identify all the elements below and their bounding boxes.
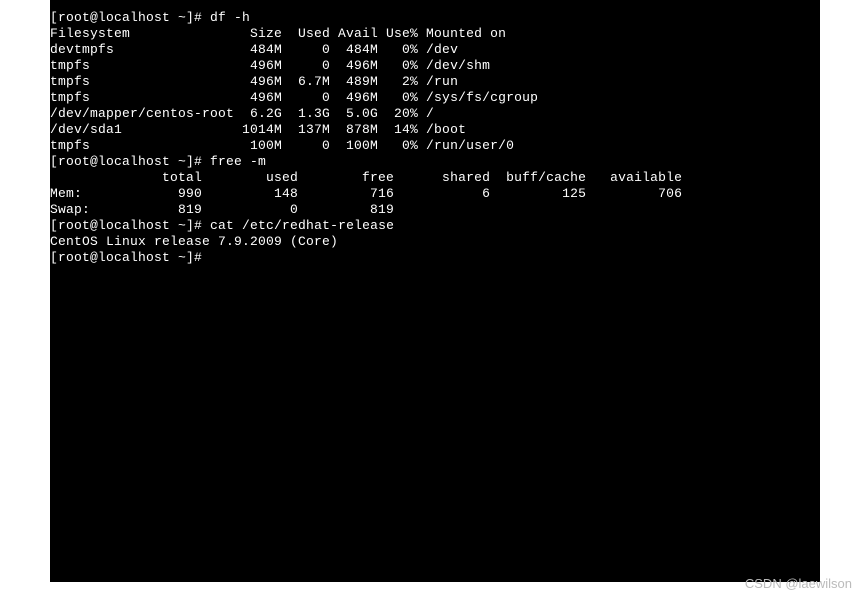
- prompt: [root@localhost ~]#: [50, 218, 202, 233]
- free-row: Mem: 990 148 716 6 125 706: [50, 186, 682, 201]
- command-free: free -m: [210, 154, 266, 169]
- free-header: total used free shared buff/cache availa…: [50, 170, 682, 185]
- free-row: Swap: 819 0 819: [50, 202, 394, 217]
- command-cat: cat /etc/redhat-release: [210, 218, 394, 233]
- prompt: [root@localhost ~]#: [50, 10, 202, 25]
- command-df: df -h: [210, 10, 250, 25]
- terminal-window[interactable]: [root@localhost ~]# df -h Filesystem Siz…: [50, 0, 820, 582]
- df-row: tmpfs 100M 0 100M 0% /run/user/0: [50, 138, 514, 153]
- df-row: tmpfs 496M 0 496M 0% /dev/shm: [50, 58, 490, 73]
- df-row: tmpfs 496M 6.7M 489M 2% /run: [50, 74, 458, 89]
- prompt: [root@localhost ~]#: [50, 154, 202, 169]
- release-output: CentOS Linux release 7.9.2009 (Core): [50, 234, 338, 249]
- df-row: /dev/sda1 1014M 137M 878M 14% /boot: [50, 122, 466, 137]
- df-row: /dev/mapper/centos-root 6.2G 1.3G 5.0G 2…: [50, 106, 434, 121]
- df-header: Filesystem Size Used Avail Use% Mounted …: [50, 26, 506, 41]
- prompt: [root@localhost ~]#: [50, 250, 202, 265]
- watermark: CSDN @laewilson: [745, 576, 852, 591]
- df-row: devtmpfs 484M 0 484M 0% /dev: [50, 42, 458, 57]
- df-row: tmpfs 496M 0 496M 0% /sys/fs/cgroup: [50, 90, 538, 105]
